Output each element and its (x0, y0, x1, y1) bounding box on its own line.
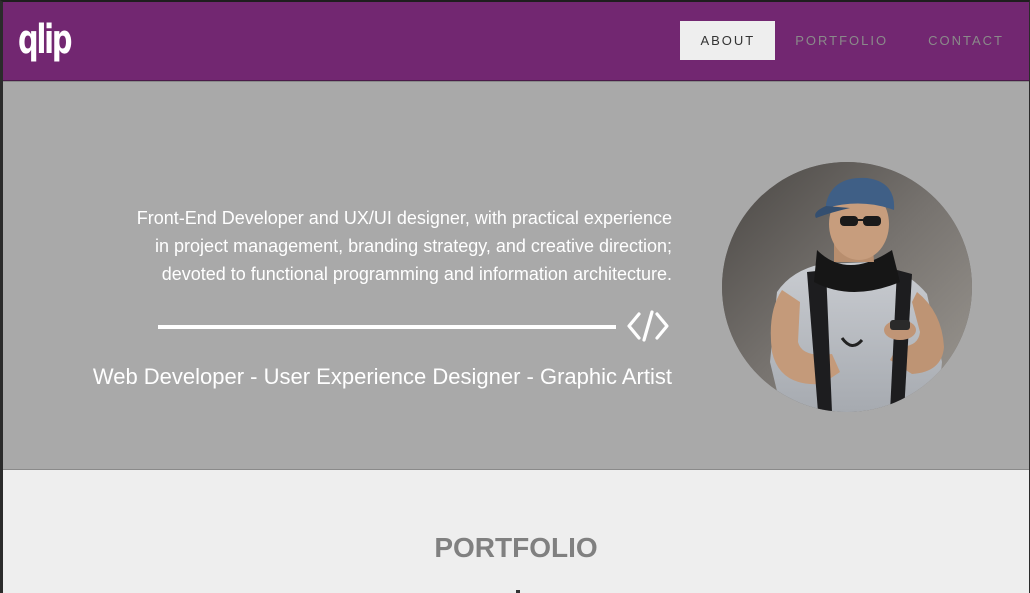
bio-line: devoted to functional programming and in… (161, 264, 672, 284)
page: qlip ABOUT PORTFOLIO CONTACT Front-End D… (0, 0, 1030, 593)
bio-text: Front-End Developer and UX/UI designer, … (32, 204, 672, 288)
hero-section: Front-End Developer and UX/UI designer, … (3, 81, 1029, 470)
logo[interactable]: qlip (18, 16, 72, 64)
avatar (722, 162, 972, 412)
nav-item-portfolio[interactable]: PORTFOLIO (775, 21, 908, 60)
bio-line: Front-End Developer and UX/UI designer, … (136, 208, 672, 228)
nav-item-about[interactable]: ABOUT (680, 21, 776, 60)
portfolio-title: PORTFOLIO (434, 532, 598, 563)
nav-item-contact[interactable]: CONTACT (908, 21, 1024, 60)
divider-line (158, 325, 616, 329)
code-icon (627, 310, 669, 342)
main-nav: ABOUT PORTFOLIO CONTACT (680, 21, 1024, 60)
bio-line: in project management, branding strategy… (155, 236, 672, 256)
tagline: Web Developer - User Experience Designer… (92, 364, 672, 389)
navbar: qlip ABOUT PORTFOLIO CONTACT (3, 2, 1029, 81)
profile-photo-icon (722, 162, 972, 412)
portfolio-section: PORTFOLIO (3, 470, 1029, 593)
